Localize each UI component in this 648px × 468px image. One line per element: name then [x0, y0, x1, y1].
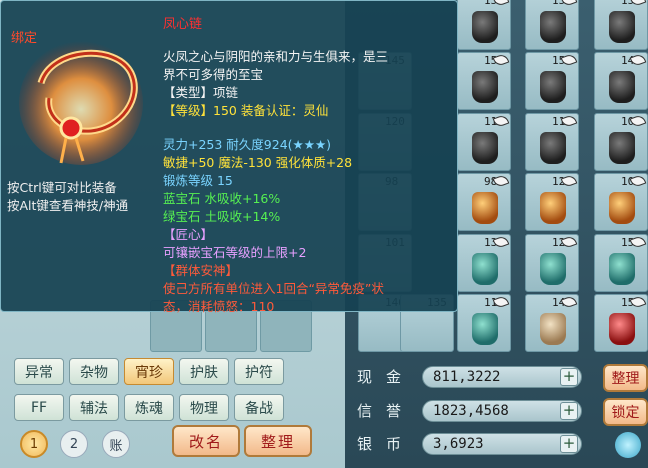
- hint-line1: 按Ctrl键可对比装备: [7, 180, 117, 195]
- grid-slot[interactable]: 124: [525, 173, 579, 231]
- add-silver-button[interactable]: +: [560, 435, 578, 453]
- item-description-line2: 界不可多得的至宝: [163, 67, 264, 82]
- silver-value: 3,6923: [422, 433, 582, 455]
- grid-slot[interactable]: 142: [525, 294, 579, 352]
- jar-icon: [472, 11, 498, 43]
- skill-title: 【群体安神】: [163, 263, 239, 278]
- grid-slot[interactable]: 108: [594, 173, 648, 231]
- category-tabs-row2: FF 辅法 炼魂 物理 备战: [14, 394, 284, 421]
- category-tabs-row1: 异常 杂物 宵珍 护肤 护符: [14, 358, 284, 385]
- grid-slot[interactable]: 123: [525, 234, 579, 292]
- jar-icon: [540, 132, 566, 164]
- jar-icon: [540, 71, 566, 103]
- jar-icon: [540, 11, 566, 43]
- sort-button[interactable]: 整理: [244, 425, 312, 457]
- tab-abnormal[interactable]: 异常: [14, 358, 64, 385]
- green-jar-icon: [540, 253, 566, 285]
- grid-slot[interactable]: 151: [525, 52, 579, 110]
- grid-slot[interactable]: 152: [594, 0, 648, 50]
- jar-icon: [472, 71, 498, 103]
- sort-button-right[interactable]: 整理: [603, 364, 648, 392]
- pet-icon[interactable]: [615, 432, 641, 458]
- add-cash-button[interactable]: +: [560, 368, 578, 386]
- grid-slot[interactable]: 156: [457, 0, 511, 50]
- item-name: 凤心链: [163, 17, 203, 32]
- grid-slot[interactable]: 116: [525, 113, 579, 171]
- grid-slot[interactable]: 143: [594, 52, 648, 110]
- item-description-line1: 火凤之心与阴阳的亲和力与生俱来，是三: [163, 49, 389, 64]
- grid-slot[interactable]: 155: [594, 234, 648, 292]
- craft-line: 可镶嵌宝石等级的上限+2: [163, 245, 307, 260]
- grid-slot[interactable]: 98: [457, 173, 511, 231]
- grid-slot[interactable]: 115: [457, 294, 511, 352]
- orange-jar-icon: [609, 192, 635, 224]
- add-reputation-button[interactable]: +: [560, 402, 578, 420]
- cash-value: 811,3222: [422, 366, 582, 388]
- silver-label: 银币: [357, 435, 416, 453]
- item-stats-line1: 灵力+253 耐久度924(★★★): [163, 137, 332, 152]
- page-button-1[interactable]: 1: [20, 430, 48, 458]
- grid-slot[interactable]: 117: [457, 113, 511, 171]
- lock-button[interactable]: 锁定: [603, 398, 648, 426]
- rename-button[interactable]: 改名: [172, 425, 240, 457]
- jar-icon: [609, 71, 635, 103]
- green-jar-icon: [609, 253, 635, 285]
- grid-slot[interactable]: 157: [594, 294, 648, 352]
- item-tooltip: 绑定 凤心链 火凤之心与阴阳的亲和力与生俱来，是三 界不可多得的至宝 【类型】项…: [0, 0, 458, 314]
- jar-icon: [609, 11, 635, 43]
- hint-text: 按Ctrl键可对比装备 按Alt键查看神技/神通: [7, 179, 128, 215]
- tab-treasure[interactable]: 宵珍: [124, 358, 174, 385]
- gem-line2: 绿宝石 土吸收+14%: [163, 209, 281, 224]
- skill-line1: 使己方所有单位进入1回合“异常免疫”状: [163, 281, 384, 296]
- tab-misc[interactable]: 杂物: [69, 358, 119, 385]
- tab-physical[interactable]: 物理: [179, 394, 229, 421]
- item-grid: 1561521521521511431171161069812410813212…: [457, 0, 648, 352]
- tab-battle-prep[interactable]: 备战: [234, 394, 284, 421]
- red-jar-icon: [609, 313, 635, 345]
- tan-jar-icon: [540, 313, 566, 345]
- reputation-label: 信誉: [357, 402, 416, 420]
- jar-icon: [609, 132, 635, 164]
- green-jar-icon: [472, 313, 498, 345]
- grid-slot[interactable]: 152: [457, 52, 511, 110]
- necklace-icon: [19, 41, 143, 165]
- tab-ff[interactable]: FF: [14, 394, 64, 421]
- tab-soul-refine[interactable]: 炼魂: [124, 394, 174, 421]
- jar-icon: [472, 132, 498, 164]
- grid-slot[interactable]: 106: [594, 113, 648, 171]
- cash-label: 现金: [357, 368, 416, 386]
- reputation-value: 1823,4568: [422, 400, 582, 422]
- craft-title: 【匠心】: [163, 227, 214, 242]
- grid-slot[interactable]: 132: [457, 234, 511, 292]
- item-stats-line2: 敏捷+50 魔法-130 强化体质+28: [163, 155, 353, 170]
- orange-jar-icon: [472, 192, 498, 224]
- grid-slot[interactable]: 152: [525, 0, 579, 50]
- tab-talisman[interactable]: 护符: [234, 358, 284, 385]
- item-type: 【类型】项链: [163, 85, 239, 100]
- forge-level: 锻炼等级 15: [163, 173, 233, 188]
- account-page-button[interactable]: 账: [102, 430, 130, 458]
- gem-line1: 蓝宝石 水吸收+16%: [163, 191, 281, 206]
- tab-aux-magic[interactable]: 辅法: [69, 394, 119, 421]
- page-button-2[interactable]: 2: [60, 430, 88, 458]
- green-jar-icon: [472, 253, 498, 285]
- skill-line2: 态，消耗愤怒：110: [163, 299, 275, 314]
- orange-jar-icon: [540, 192, 566, 224]
- hint-line2: 按Alt键查看神技/神通: [7, 198, 129, 213]
- item-level: 【等级】150 装备认证：灵仙: [163, 103, 329, 118]
- tab-skincare[interactable]: 护肤: [179, 358, 229, 385]
